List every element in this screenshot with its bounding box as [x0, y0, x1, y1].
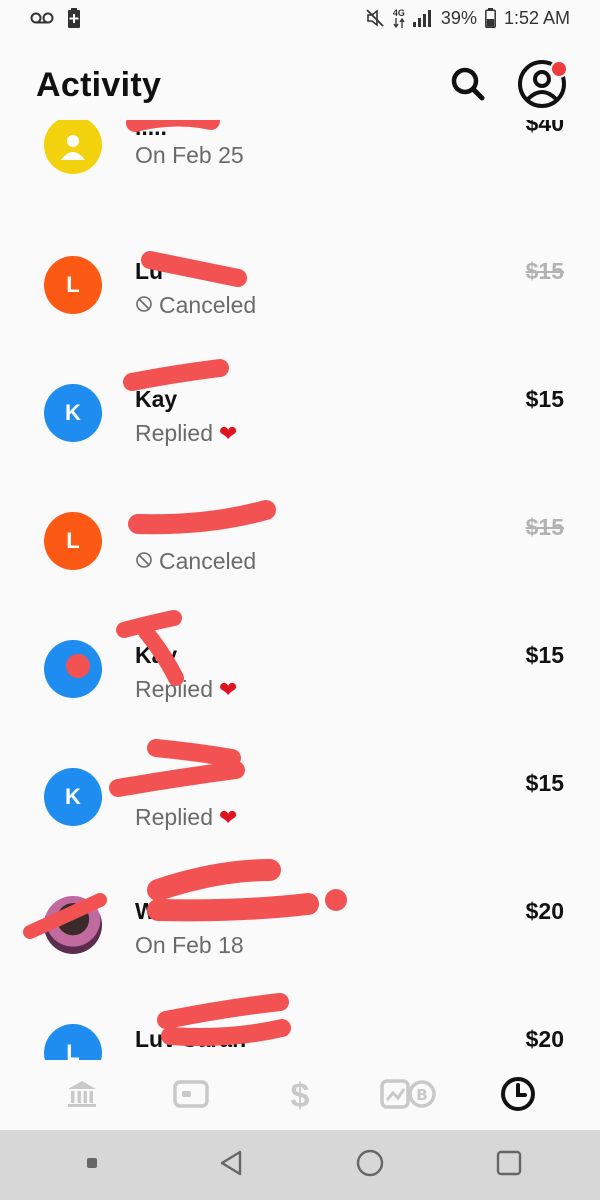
menu-dot-icon: [86, 1156, 98, 1174]
avatar-photo: [44, 896, 102, 954]
canceled-icon: [135, 548, 153, 575]
amount: $40: [525, 120, 564, 136]
profile-button[interactable]: [514, 58, 570, 114]
home-icon: [355, 1148, 385, 1183]
avatar: K: [44, 384, 102, 442]
avatar: [44, 640, 102, 698]
contact-name: Kay: [135, 386, 178, 412]
activity-status: On Feb 25: [135, 142, 244, 168]
investing-icon: B: [380, 1078, 438, 1115]
activity-status: On Feb 18: [135, 932, 244, 958]
notification-dot: [550, 60, 568, 78]
svg-text:B: B: [416, 1086, 427, 1104]
bank-icon: [66, 1079, 98, 1114]
activity-row[interactable]: L Canceled $15: [0, 484, 600, 612]
activity-row[interactable]: ..... On Feb 25 $40: [0, 120, 600, 228]
system-back-button[interactable]: [201, 1135, 261, 1195]
activity-row[interactable]: W On Feb 18 $20: [0, 868, 600, 996]
avatar: L: [44, 1024, 102, 1060]
heart-icon: ❤: [219, 676, 238, 702]
page-title: Activity: [36, 66, 162, 104]
recents-icon: [494, 1148, 524, 1183]
nav-activity[interactable]: [488, 1066, 548, 1126]
contact-name: Kay: [135, 642, 178, 668]
activity-row[interactable]: L Lu Canceled $15: [0, 228, 600, 356]
amount: $20: [525, 1026, 564, 1052]
clock-time: 1:52 AM: [503, 7, 570, 28]
header: Activity: [0, 56, 600, 120]
battery-icon: [485, 8, 496, 28]
heart-icon: ❤: [219, 420, 238, 446]
activity-row[interactable]: Kay Replied ❤ $15: [0, 612, 600, 740]
canceled-icon: [135, 292, 153, 319]
network-icon: 4G: [393, 8, 405, 28]
activity-status: Replied ❤: [135, 804, 238, 830]
heart-icon: ❤: [219, 804, 238, 830]
amount: $20: [525, 898, 564, 924]
search-button[interactable]: [446, 64, 490, 108]
avatar: L: [44, 512, 102, 570]
avatar: K: [44, 768, 102, 826]
signal-icon: [412, 9, 433, 27]
back-icon: [216, 1148, 246, 1183]
voicemail-icon: [30, 11, 54, 25]
nav-pay[interactable]: $: [270, 1066, 330, 1126]
system-recents-button[interactable]: [479, 1135, 539, 1195]
amount: $15: [525, 770, 564, 796]
mute-icon: [365, 8, 385, 28]
amount: $15: [525, 514, 564, 540]
card-icon: [173, 1079, 209, 1113]
contact-name: W: [135, 898, 157, 924]
amount: $15: [525, 642, 564, 668]
status-bar: 4G 39% 1:52 AM: [0, 0, 600, 36]
activity-row[interactable]: K Replied ❤ $15: [0, 740, 600, 868]
activity-row[interactable]: L Luv Sarah $20: [0, 996, 600, 1060]
amount: $15: [525, 386, 564, 412]
activity-status: Canceled: [135, 548, 256, 575]
contact-name: Lu: [135, 258, 164, 284]
avatar: L: [44, 256, 102, 314]
activity-status: Canceled: [135, 292, 256, 319]
activity-clock-icon: [500, 1076, 536, 1117]
battery-saver-icon: [68, 8, 80, 28]
contact-name: Luv Sarah: [135, 1026, 247, 1052]
bottom-nav: $ B: [0, 1062, 600, 1130]
activity-row[interactable]: K Kay Replied ❤ $15: [0, 356, 600, 484]
nav-card[interactable]: [161, 1066, 221, 1126]
activity-list[interactable]: ..... On Feb 25 $40 L Lu Canceled $15 K …: [0, 120, 600, 1060]
amount: $15: [525, 258, 564, 284]
nav-investing[interactable]: B: [379, 1066, 439, 1126]
dollar-icon: $: [290, 1076, 310, 1115]
contact-name: .....: [135, 120, 167, 140]
system-menu-button[interactable]: [62, 1135, 122, 1195]
battery-percent: 39%: [440, 7, 477, 28]
avatar: [44, 120, 102, 174]
nav-bank[interactable]: [52, 1066, 112, 1126]
system-home-button[interactable]: [340, 1135, 400, 1195]
search-icon: [450, 66, 486, 107]
activity-status: Replied ❤: [135, 676, 238, 702]
activity-status: Replied ❤: [135, 420, 238, 446]
system-nav-bar: [0, 1130, 600, 1200]
